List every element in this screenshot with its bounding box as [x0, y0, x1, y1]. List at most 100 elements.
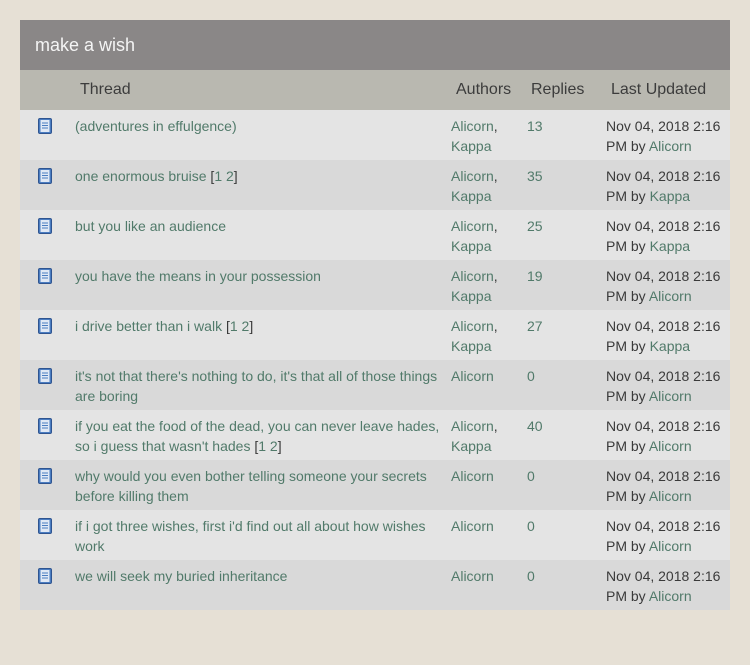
thread-title-link[interactable]: why would you even bother telling someon…	[75, 468, 427, 504]
authors-cell: Alicorn, Kappa	[451, 116, 521, 156]
thread-cell: if you eat the food of the dead, you can…	[75, 416, 445, 456]
updated-by-label: by	[630, 538, 646, 554]
thread-cell: it's not that there's nothing to do, it'…	[75, 366, 445, 406]
authors-cell: Alicorn	[451, 516, 521, 536]
authors-cell: Alicorn	[451, 366, 521, 386]
author-link[interactable]: Kappa	[451, 138, 491, 154]
book-icon[interactable]	[38, 118, 52, 134]
author-separator: ,	[493, 168, 498, 184]
replies-count[interactable]: 19	[527, 266, 543, 286]
book-icon[interactable]	[38, 468, 52, 484]
page-bracket-close: ]	[233, 168, 238, 184]
replies-count[interactable]: 0	[527, 466, 535, 486]
last-updated-cell: Nov 04, 2018 2:16 PM by Alicorn	[606, 266, 730, 306]
thread-cell: you have the means in your possession	[75, 266, 445, 286]
replies-count[interactable]: 0	[527, 516, 535, 536]
book-icon[interactable]	[38, 168, 52, 184]
last-updated-cell: Nov 04, 2018 2:16 PM by Kappa	[606, 216, 730, 256]
authors-cell: Alicorn, Kappa	[451, 166, 521, 206]
thread-cell: i drive better than i walk [1 2]	[75, 316, 445, 336]
thread-board: make a wish Thread Authors Replies Last …	[20, 20, 730, 610]
table-row: i drive better than i walk [1 2] Alicorn,…	[20, 310, 730, 360]
book-icon[interactable]	[38, 568, 52, 584]
author-link[interactable]: Kappa	[451, 438, 491, 454]
author-link[interactable]: Alicorn	[451, 318, 494, 334]
book-icon[interactable]	[38, 268, 52, 284]
updated-by-label: by	[630, 588, 646, 604]
thread-title-link[interactable]: i drive better than i walk	[75, 318, 222, 334]
replies-count[interactable]: 27	[527, 316, 543, 336]
thread-title-link[interactable]: it's not that there's nothing to do, it'…	[75, 368, 437, 404]
updated-by-author-link[interactable]: Kappa	[650, 338, 690, 354]
author-link[interactable]: Alicorn	[451, 418, 494, 434]
author-separator: ,	[493, 318, 498, 334]
replies-count[interactable]: 25	[527, 216, 543, 236]
author-link[interactable]: Alicorn	[451, 118, 494, 134]
author-link[interactable]: Alicorn	[451, 518, 494, 534]
updated-by-author-link[interactable]: Alicorn	[649, 588, 692, 604]
page-link-2[interactable]: 2	[226, 168, 234, 184]
page-link-1[interactable]: 1	[230, 318, 238, 334]
authors-cell: Alicorn, Kappa	[451, 266, 521, 306]
updated-by-author-link[interactable]: Kappa	[650, 238, 690, 254]
header-last-updated: Last Updated	[611, 81, 707, 98]
book-icon[interactable]	[38, 318, 52, 334]
author-separator: ,	[493, 118, 498, 134]
thread-cell: we will seek my buried inheritance	[75, 566, 445, 586]
updated-by-label: by	[630, 288, 646, 304]
header-thread: Thread	[80, 81, 131, 98]
updated-by-author-link[interactable]: Alicorn	[649, 538, 692, 554]
author-link[interactable]: Kappa	[451, 238, 491, 254]
last-updated-cell: Nov 04, 2018 2:16 PM by Alicorn	[606, 566, 730, 606]
updated-by-author-link[interactable]: Alicorn	[649, 138, 692, 154]
thread-title-link[interactable]: if i got three wishes, first i'd find ou…	[75, 518, 426, 554]
replies-count[interactable]: 35	[527, 166, 543, 186]
author-link[interactable]: Kappa	[451, 288, 491, 304]
thread-cell: (adventures in effulgence)	[75, 116, 445, 136]
replies-count[interactable]: 0	[527, 566, 535, 586]
page-bracket-close: ]	[277, 438, 282, 454]
author-link[interactable]: Alicorn	[451, 168, 494, 184]
replies-count[interactable]: 13	[527, 116, 543, 136]
page-link-1[interactable]: 1	[258, 438, 266, 454]
page-link-2[interactable]: 2	[270, 438, 278, 454]
author-separator: ,	[493, 218, 498, 234]
thread-title-link[interactable]: one enormous bruise	[75, 168, 207, 184]
updated-by-author-link[interactable]: Alicorn	[649, 288, 692, 304]
updated-by-author-link[interactable]: Alicorn	[649, 488, 692, 504]
table-row: why would you even bother telling someon…	[20, 460, 730, 510]
thread-list: (adventures in effulgence) Alicorn, Kappa 1…	[20, 110, 730, 610]
replies-count[interactable]: 0	[527, 366, 535, 386]
author-link[interactable]: Kappa	[451, 188, 491, 204]
author-separator: ,	[493, 268, 498, 284]
book-icon[interactable]	[38, 218, 52, 234]
updated-by-label: by	[630, 188, 646, 204]
author-link[interactable]: Kappa	[451, 338, 491, 354]
table-row: it's not that there's nothing to do, it'…	[20, 360, 730, 410]
thread-title-link[interactable]: you have the means in your possession	[75, 268, 321, 284]
updated-by-author-link[interactable]: Alicorn	[649, 438, 692, 454]
authors-cell: Alicorn	[451, 466, 521, 486]
author-link[interactable]: Alicorn	[451, 368, 494, 384]
author-link[interactable]: Alicorn	[451, 218, 494, 234]
book-icon[interactable]	[38, 418, 52, 434]
thread-cell: why would you even bother telling someon…	[75, 466, 445, 506]
author-link[interactable]: Alicorn	[451, 568, 494, 584]
thread-title-link[interactable]: (adventures in effulgence)	[75, 118, 237, 134]
table-row: if you eat the food of the dead, you can…	[20, 410, 730, 460]
thread-cell: if i got three wishes, first i'd find ou…	[75, 516, 445, 556]
thread-title-link[interactable]: but you like an audience	[75, 218, 226, 234]
updated-by-label: by	[630, 488, 646, 504]
book-icon[interactable]	[38, 368, 52, 384]
replies-count[interactable]: 40	[527, 416, 543, 436]
page-link-1[interactable]: 1	[214, 168, 222, 184]
author-link[interactable]: Alicorn	[451, 468, 494, 484]
last-updated-cell: Nov 04, 2018 2:16 PM by Alicorn	[606, 366, 730, 406]
updated-by-author-link[interactable]: Alicorn	[649, 388, 692, 404]
authors-cell: Alicorn, Kappa	[451, 216, 521, 256]
author-link[interactable]: Alicorn	[451, 268, 494, 284]
authors-cell: Alicorn, Kappa	[451, 316, 521, 356]
book-icon[interactable]	[38, 518, 52, 534]
thread-title-link[interactable]: we will seek my buried inheritance	[75, 568, 287, 584]
updated-by-author-link[interactable]: Kappa	[650, 188, 690, 204]
